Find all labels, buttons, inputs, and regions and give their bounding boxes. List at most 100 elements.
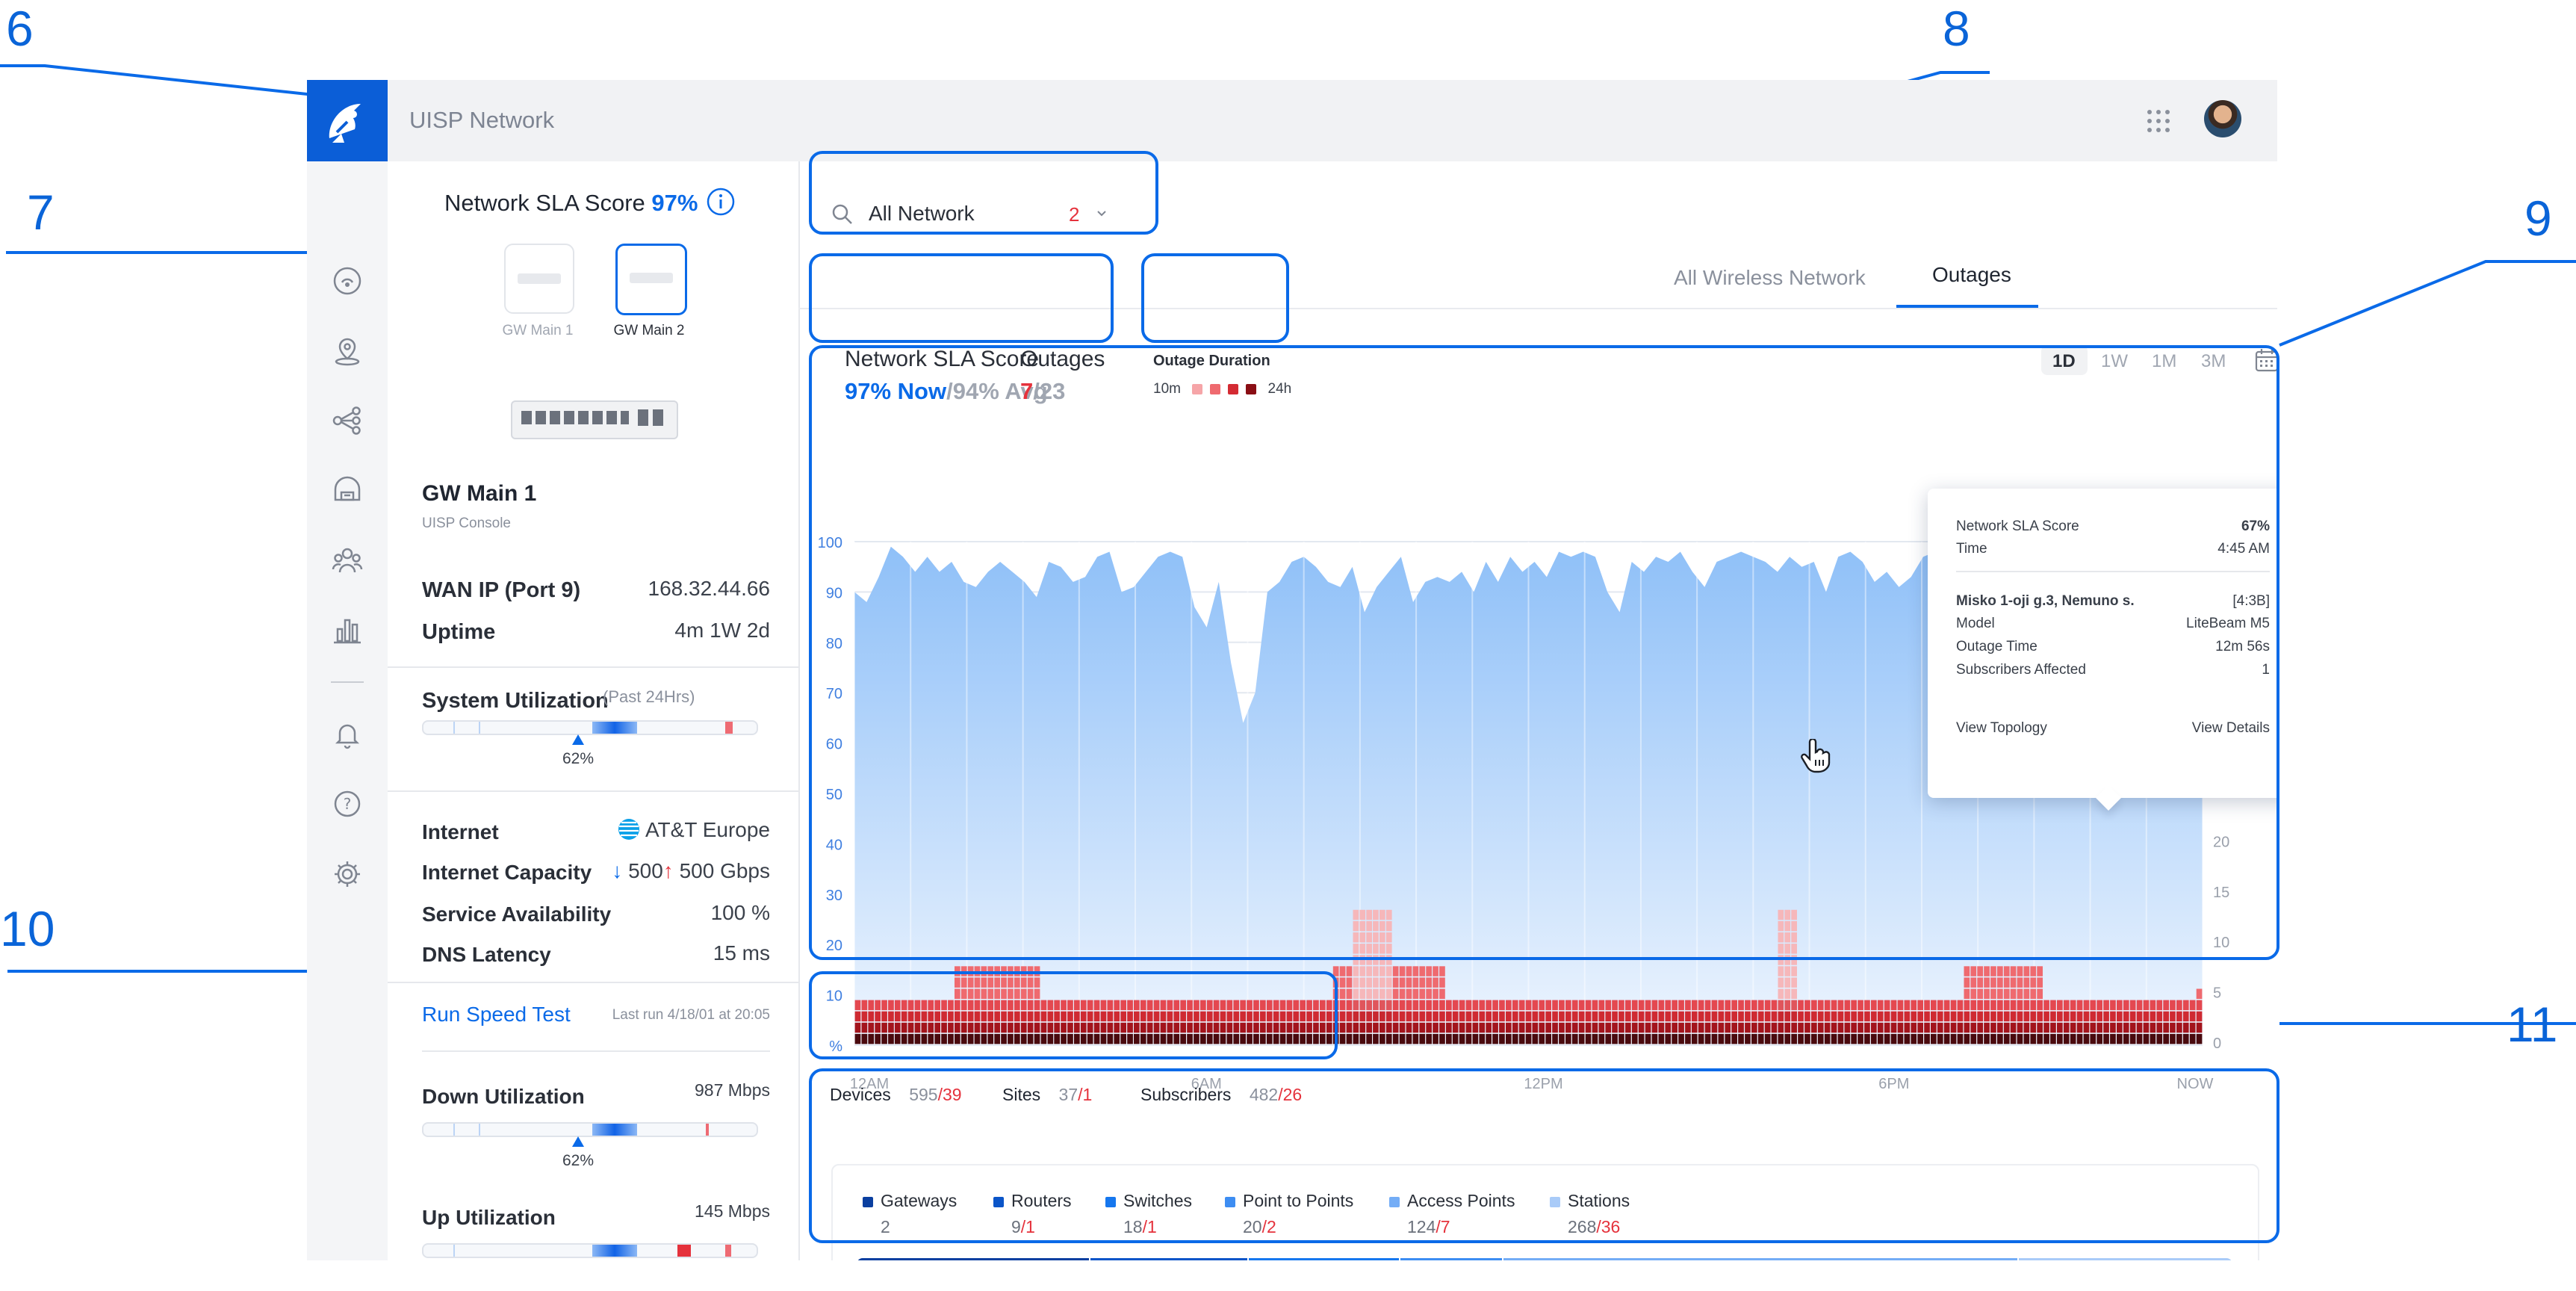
outage-bar-cell [1459, 1000, 1465, 1011]
outage-bar-cell [1618, 1011, 1624, 1022]
tab-all-wireless-network[interactable]: All Wireless Network [1674, 266, 1866, 290]
outage-bar-cell [1718, 1022, 1725, 1033]
outage-bar-cell [2129, 1033, 2136, 1044]
outage-bar-cell [1897, 1022, 1904, 1033]
gear-icon[interactable] [331, 858, 364, 891]
outage-bar-cell [1339, 977, 1346, 988]
outage-bar-cell [2017, 966, 2023, 976]
nav-sidebar: ? [307, 161, 388, 1260]
outage-bar-cell [2003, 1011, 2010, 1022]
outage-bar-cell [1353, 1000, 1359, 1011]
internet-provider: AT&T Europe [645, 818, 770, 841]
outage-bar-cell [1518, 1033, 1525, 1044]
outage-bar-cell [1745, 1033, 1751, 1044]
outage-bar-cell [2063, 1033, 2070, 1044]
bell-icon[interactable] [331, 718, 364, 751]
up-util-label: Up Utilization [422, 1206, 556, 1229]
outage-bar-cell [1685, 1022, 1691, 1033]
down-util-bar [422, 1122, 758, 1137]
outage-bar-cell [1645, 1033, 1651, 1044]
outage-bar-cell [2003, 1033, 2010, 1044]
down-util-marker [572, 1136, 584, 1147]
outage-bar-cell [2176, 1033, 2182, 1044]
outage-bar-cell [2070, 1011, 2076, 1022]
outage-bar-cell [1366, 977, 1372, 988]
outage-bar-cell [1877, 1022, 1884, 1033]
outage-bar-cell [1672, 1011, 1677, 1022]
outage-bar-cell [1433, 1011, 1438, 1022]
outage-bar-cell [2182, 1033, 2189, 1044]
outage-bar-cell [1506, 1022, 1512, 1033]
outage-bar-cell [1665, 1000, 1672, 1011]
annotation-box-7 [809, 253, 1114, 343]
outage-bar-cell [1339, 1033, 1346, 1044]
annotation-box-9 [809, 345, 2279, 960]
gateway-thumb-1[interactable] [504, 244, 574, 314]
outage-bar-cell [2030, 988, 2037, 999]
outage-bar-cell [1977, 977, 1983, 988]
outage-bar-cell [2090, 1022, 2097, 1033]
outage-bar-cell [1385, 1011, 1392, 1022]
signal-icon[interactable] [331, 264, 364, 297]
outage-bar-cell [1884, 1033, 1890, 1044]
outage-bar-cell [1658, 1000, 1665, 1011]
uisp-logo[interactable] [307, 80, 388, 161]
outage-bar-cell [1598, 1022, 1605, 1033]
outage-bar-cell [1964, 966, 1970, 976]
devices-icon[interactable] [331, 474, 364, 507]
outage-bar-cell [1977, 1000, 1983, 1011]
outage-bar-cell [2083, 1022, 2090, 1033]
map-pin-icon[interactable] [331, 335, 364, 368]
outage-bar-cell [1904, 1033, 1911, 1044]
outage-bar-cell [1704, 1033, 1711, 1044]
outage-bar-cell [1824, 1000, 1831, 1011]
outage-bar-cell [2057, 1000, 2063, 1011]
outage-bar-cell [1997, 1022, 2003, 1033]
outage-bar-cell [1399, 966, 1406, 976]
outage-bar-cell [1871, 1011, 1877, 1022]
apps-grid-icon[interactable] [2146, 108, 2171, 134]
outage-bar-cell [1392, 966, 1399, 976]
outage-bar-cell [1711, 1033, 1718, 1044]
outage-bar-cell [1439, 1033, 1445, 1044]
outage-bar-cell [1911, 1022, 1917, 1033]
outage-bar-cell [1837, 1022, 1844, 1033]
outage-bar-cell [1512, 1000, 1518, 1011]
outage-bar-cell [1578, 1000, 1585, 1011]
outage-bar-cell [1964, 1033, 1970, 1044]
outage-bar-cell [2037, 1022, 2043, 1033]
outage-bar-cell [1924, 1000, 1930, 1011]
outage-bar-cell [1757, 1011, 1764, 1022]
user-avatar[interactable] [2204, 100, 2241, 137]
outage-bar-cell [1745, 1022, 1751, 1033]
outage-bar-cell [2017, 977, 2023, 988]
help-icon[interactable]: ? [331, 787, 364, 820]
outage-bar-cell [1486, 1011, 1492, 1022]
outage-bar-cell [1465, 1011, 1472, 1022]
outage-bar-cell [1399, 1022, 1406, 1033]
outage-bar-cell [1373, 988, 1379, 999]
outage-bar-cell [1877, 1011, 1884, 1022]
outage-bar-cell [1439, 966, 1445, 976]
outage-bar-cell [1518, 1022, 1525, 1033]
clients-icon[interactable] [331, 544, 364, 577]
tab-outages[interactable]: Outages [1932, 263, 2011, 287]
outage-bar-cell [1837, 1000, 1844, 1011]
outage-bar-cell [1984, 977, 1990, 988]
outage-bar-cell [1745, 1011, 1751, 1022]
outage-bar-cell [1984, 1011, 1990, 1022]
outage-bar-cell [1439, 1011, 1445, 1022]
gateway-thumb-2[interactable] [615, 244, 687, 315]
outage-bar-cell [2123, 1011, 2129, 1022]
outage-bar-cell [1399, 988, 1406, 999]
info-icon[interactable] [706, 187, 736, 217]
outage-bar-cell [2017, 1033, 2023, 1044]
topology-icon[interactable] [331, 404, 364, 437]
outage-bar-cell [1459, 1022, 1465, 1033]
outage-bar-cell [1851, 1033, 1857, 1044]
run-speed-test-link[interactable]: Run Speed Test [422, 1003, 571, 1027]
statistics-icon[interactable] [331, 614, 364, 647]
outage-bar-cell [1379, 1011, 1385, 1022]
outage-bar-cell [1353, 966, 1359, 976]
outage-bar-cell [2017, 1011, 2023, 1022]
